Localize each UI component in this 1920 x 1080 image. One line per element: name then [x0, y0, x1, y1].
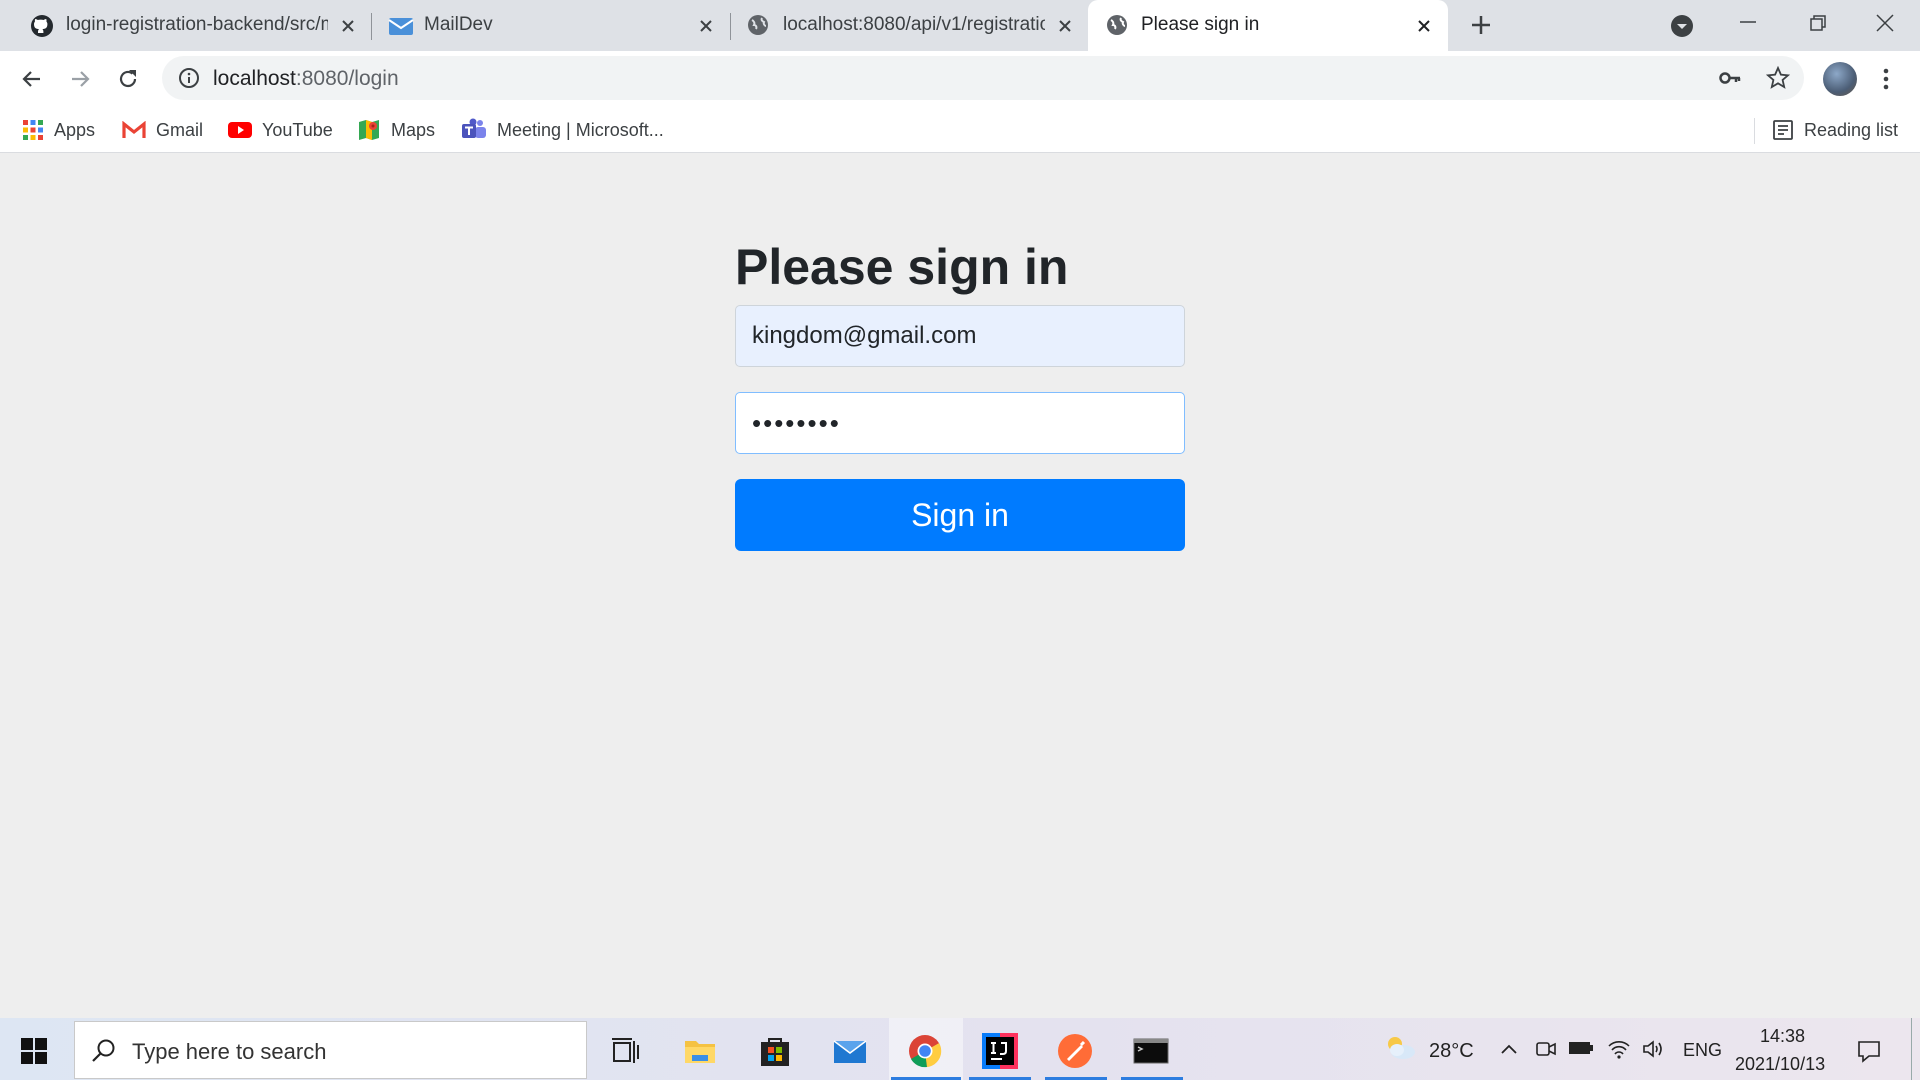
apps-icon [22, 119, 44, 141]
intellij-icon[interactable] [982, 1033, 1018, 1069]
back-icon[interactable] [20, 67, 44, 91]
weather-temperature[interactable]: 28°C [1429, 1040, 1474, 1063]
close-icon[interactable] [1412, 14, 1436, 38]
address-bar[interactable]: localhost:8080/login [162, 56, 1804, 100]
clock-time[interactable]: 14:38 [1760, 1026, 1805, 1047]
tab-github[interactable]: login-registration-backend/src/m [0, 0, 365, 51]
url-text: localhost:8080/login [213, 67, 399, 91]
terminal-icon[interactable] [1133, 1033, 1169, 1069]
battery-icon[interactable] [1568, 1040, 1594, 1056]
menu-icon[interactable] [1880, 66, 1892, 92]
search-placeholder: Type here to search [132, 1039, 327, 1064]
file-explorer-icon[interactable] [682, 1033, 718, 1069]
store-icon[interactable] [757, 1033, 793, 1069]
meet-now-icon[interactable] [1535, 1038, 1557, 1060]
notifications-icon[interactable] [1856, 1038, 1882, 1064]
close-icon[interactable] [694, 14, 718, 38]
bookmark-separator [1754, 118, 1755, 144]
close-icon[interactable] [1053, 14, 1077, 38]
bookmark-label: Maps [391, 119, 436, 140]
bookmark-label: Meeting | Microsoft... [497, 119, 664, 140]
reload-icon[interactable] [116, 67, 140, 91]
weather-icon[interactable] [1383, 1034, 1417, 1062]
reading-list-button[interactable]: Reading list [1772, 118, 1898, 142]
teams-icon [461, 118, 487, 142]
github-icon [30, 14, 54, 38]
avatar[interactable] [1823, 62, 1857, 96]
new-tab-icon[interactable] [1469, 13, 1493, 37]
bookmark-youtube[interactable]: YouTube [228, 118, 333, 142]
bookmark-label: Gmail [156, 119, 204, 140]
youtube-icon [228, 121, 252, 139]
bookmark-star-icon[interactable] [1766, 66, 1790, 90]
url-path: :8080/login [295, 67, 399, 90]
forward-icon[interactable] [68, 67, 92, 91]
postman-icon[interactable] [1057, 1033, 1093, 1069]
tab-title: MailDev [424, 14, 493, 35]
chevron-up-icon[interactable] [1499, 1040, 1519, 1058]
bookmark-maps[interactable]: Maps [357, 118, 435, 142]
show-desktop[interactable] [1911, 1018, 1912, 1080]
window-close-icon[interactable] [1874, 12, 1896, 34]
bookmark-label: Apps [54, 119, 96, 140]
url-host: localhost [213, 67, 296, 90]
bookmark-gmail[interactable]: Gmail [122, 118, 203, 142]
tab-maildev[interactable]: MailDev [358, 0, 723, 51]
globe-icon [747, 14, 771, 38]
reading-list-icon [1772, 119, 1794, 141]
mail-icon [388, 14, 414, 38]
globe-icon [1106, 14, 1130, 38]
tab-please-sign-in[interactable]: Please sign in [1088, 0, 1448, 51]
volume-icon[interactable] [1641, 1038, 1665, 1060]
clock-date[interactable]: 2021/10/13 [1735, 1054, 1825, 1075]
info-icon[interactable] [178, 67, 200, 89]
tab-title: login-registration-backend/src/m [66, 14, 328, 35]
bookmark-label: YouTube [262, 119, 333, 140]
page-title: Please sign in [735, 239, 1069, 295]
email-field[interactable] [735, 305, 1185, 367]
reading-list-label: Reading list [1804, 119, 1899, 140]
tab-strip: login-registration-backend/src/m MailDev… [0, 0, 1920, 51]
minimize-icon[interactable] [1738, 20, 1758, 24]
close-icon[interactable] [336, 14, 360, 38]
tab-title: localhost:8080/api/v1/registratio [783, 14, 1045, 35]
tab-title: Please sign in [1141, 14, 1260, 35]
tab-search-icon[interactable] [1670, 14, 1694, 38]
task-view-icon[interactable] [608, 1033, 644, 1069]
mail-app-icon[interactable] [832, 1033, 868, 1069]
maps-icon [357, 118, 381, 142]
sign-in-button[interactable]: Sign in [735, 479, 1185, 551]
restore-icon[interactable] [1808, 13, 1828, 33]
bookmark-apps[interactable]: Apps [22, 118, 95, 142]
windows-start-icon[interactable] [21, 1038, 47, 1064]
key-icon[interactable] [1718, 67, 1742, 89]
bookmark-meeting[interactable]: Meeting | Microsoft... [461, 118, 664, 142]
taskbar-search-box[interactable]: Type here to search [74, 1021, 587, 1079]
password-field[interactable] [735, 392, 1185, 454]
gmail-icon [122, 121, 146, 139]
language-indicator[interactable]: ENG [1683, 1040, 1722, 1061]
wifi-icon[interactable] [1607, 1038, 1631, 1060]
search-icon [91, 1038, 117, 1064]
bookmarks-bar: Apps Gmail YouTube Maps Meeting | Micros… [0, 107, 1920, 153]
tab-registration[interactable]: localhost:8080/api/v1/registratio [717, 0, 1082, 51]
chrome-icon[interactable] [907, 1033, 943, 1069]
